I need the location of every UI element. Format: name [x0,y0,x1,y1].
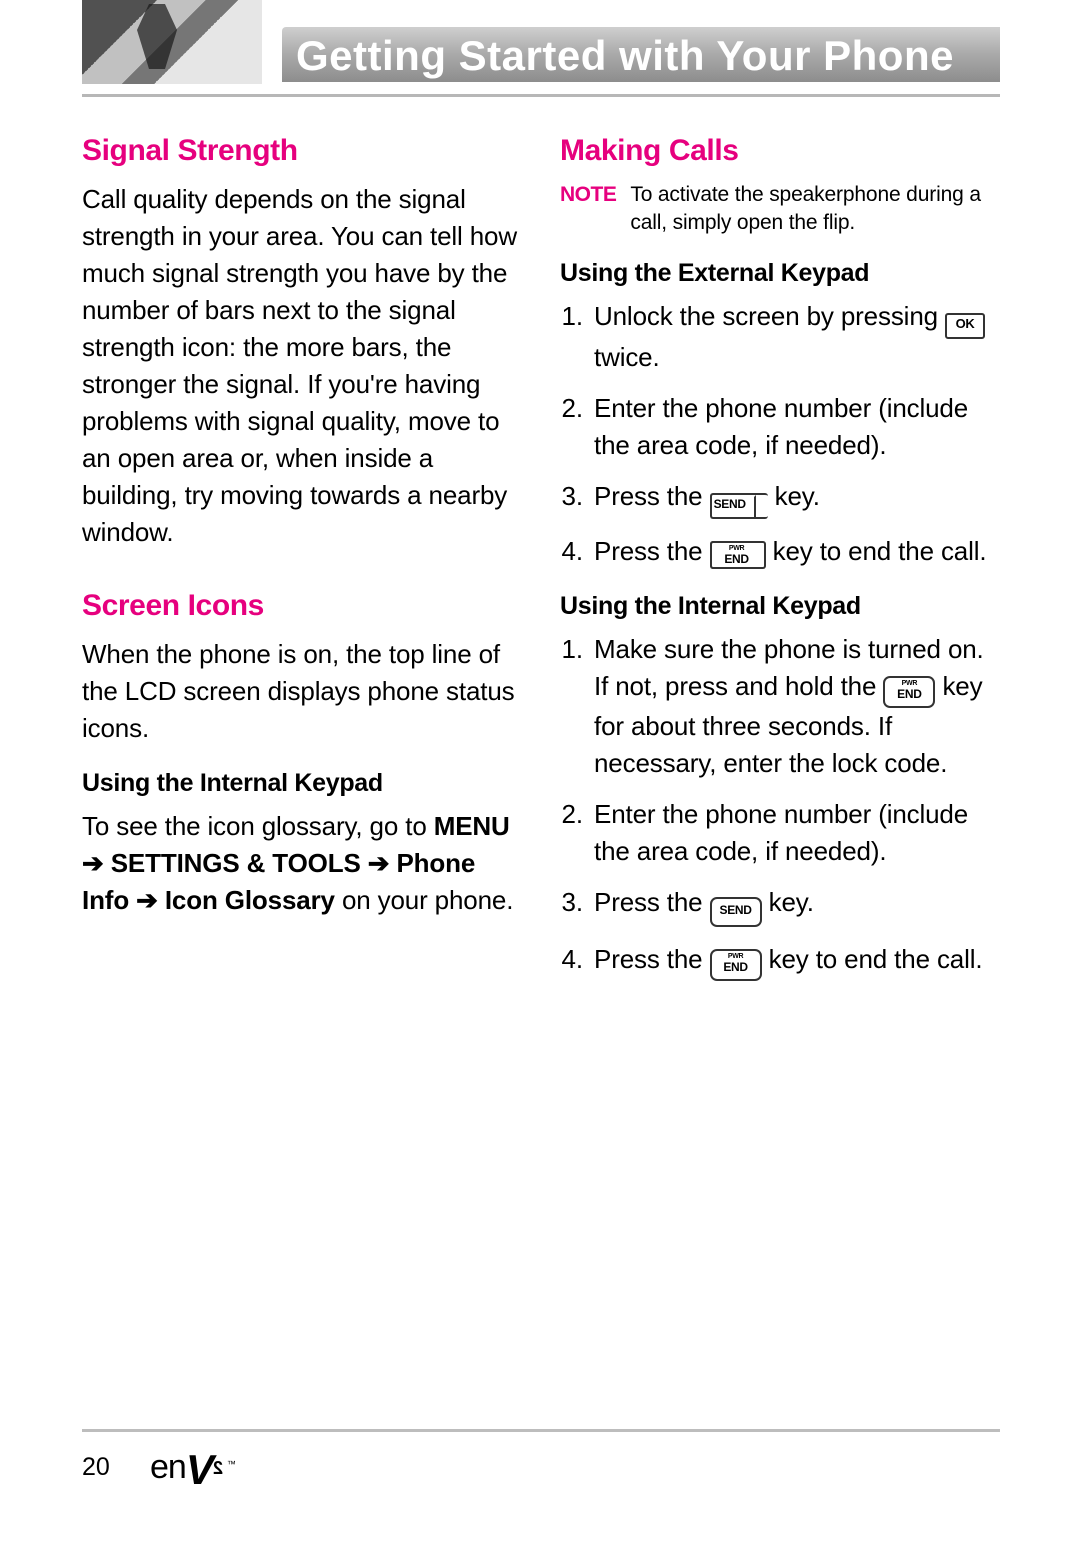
ext-step-3b: key. [775,481,820,511]
logo-en: en [150,1448,186,1487]
ext-step-1a: Unlock the screen by pressing [594,301,945,331]
ext-step-3: Press the SEND key. [590,478,998,519]
env2-logo: enV2 ™ [150,1448,235,1487]
header-rule [82,94,1000,97]
end-label: END [710,553,764,565]
heading-making-calls: Making Calls [560,132,998,169]
subheading-external-keypad: Using the External Keypad [560,255,998,292]
ext-step-2: Enter the phone number (include the area… [590,390,998,464]
page-number: 20 [82,1453,110,1482]
manual-page: Getting Started with Your Phone Signal S… [0,0,1080,1552]
ext-step-1b: twice. [594,342,660,372]
page-header: Getting Started with Your Phone [82,0,1000,90]
ext-step-1: Unlock the screen by pressing OK twice. [590,298,998,376]
pwr-end-key-icon: PWR END [883,676,935,708]
ext-step-4b: key to end the call. [773,536,987,566]
note-body: To activate the speakerphone during a ca… [630,181,998,237]
internal-keypad-steps: Make sure the phone is turned on. If not… [560,631,998,981]
arrow-icon: ➔ [368,848,390,878]
screen-icons-body: When the phone is on, the top line of th… [82,636,520,747]
content-columns: Signal Strength Call quality depends on … [82,90,1000,995]
signal-strength-body: Call quality depends on the signal stren… [82,181,520,551]
heading-signal-strength: Signal Strength [82,132,520,169]
arrow-icon: ➔ [136,885,158,915]
menu-path-iconglossary: Icon Glossary [165,885,335,915]
int-step-3a: Press the [594,887,710,917]
ok-key-icon: OK [945,313,985,339]
logo-v: V [186,1453,213,1487]
glossary-intro: To see the icon glossary, go to [82,811,434,841]
header-photo [82,0,262,84]
int-step-4a: Press the [594,944,710,974]
send-key-icon: SEND [710,897,762,927]
end-label: END [712,961,760,973]
icon-glossary-path: To see the icon glossary, go to MENU ➔ S… [82,808,520,919]
note-row: NOTE To activate the speakerphone during… [560,181,998,237]
int-step-1: Make sure the phone is turned on. If not… [590,631,998,782]
int-step-3b: key. [769,887,814,917]
subheading-internal-keypad-right: Using the Internal Keypad [560,588,998,625]
ext-step-4: Press the PWR END key to end the call. [590,533,998,570]
chapter-title: Getting Started with Your Phone [282,27,1000,82]
ext-step-3a: Press the [594,481,710,511]
ext-step-4a: Press the [594,536,710,566]
logo-tm: ™ [227,1459,235,1469]
note-tag: NOTE [560,181,616,237]
footer-rule [82,1429,1000,1432]
pwr-end-key-icon: PWR END [710,949,762,981]
end-label: END [885,688,933,700]
logo-two: 2 [214,1458,223,1479]
int-step-3: Press the SEND key. [590,884,998,927]
send-key-icon: SEND [710,493,768,519]
pwr-end-key-icon: PWR END [710,541,766,569]
int-step-2: Enter the phone number (include the area… [590,796,998,870]
int-step-4: Press the PWR END key to end the call. [590,941,998,981]
heading-screen-icons: Screen Icons [82,587,520,624]
right-column: Making Calls NOTE To activate the speake… [560,132,998,995]
left-column: Signal Strength Call quality depends on … [82,132,520,995]
arrow-icon: ➔ [82,848,104,878]
external-keypad-steps: Unlock the screen by pressing OK twice. … [560,298,998,570]
glossary-tail: on your phone. [342,885,513,915]
subheading-internal-keypad-left: Using the Internal Keypad [82,765,520,802]
menu-path-menu: MENU [434,811,510,841]
menu-path-settings: SETTINGS & TOOLS [111,848,361,878]
int-step-4b: key to end the call. [769,944,983,974]
